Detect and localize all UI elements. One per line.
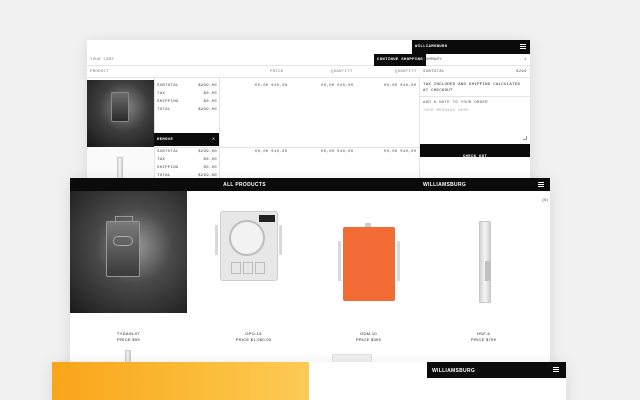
device-illustration <box>220 211 278 281</box>
product-name[interactable]: HSF-6 <box>425 331 542 336</box>
product-name[interactable]: OPO-15 <box>195 331 312 336</box>
remove-button[interactable]: REMOVE X <box>154 133 219 146</box>
tax-value: $0.00 <box>203 92 217 96</box>
products-header-bar: ALL PRODUCTS <box>70 178 419 191</box>
product-image[interactable] <box>70 191 187 313</box>
col-quantity-2: QUANTITY <box>395 70 417 74</box>
col-price: PRICE <box>270 70 284 74</box>
tax-note: TAX INCLUDED AND SHIPPING CALCULATED AT … <box>423 83 521 93</box>
line-item-summary: SUBTOTAL $299.00 TAX $0.00 SHIPPING $0.00 T… <box>157 84 217 116</box>
brand-name[interactable]: WILLIAMSBURG <box>415 45 447 49</box>
brand-name[interactable]: WILLIAMSBURG <box>432 368 475 374</box>
bottom-window: WILLIAMSBURG <box>52 362 566 400</box>
line-price: €0,00 €40,00 <box>255 150 288 154</box>
clip-shape <box>485 261 491 281</box>
button-shape <box>255 262 265 274</box>
subtotal-value: $299.00 <box>198 84 217 88</box>
divider <box>219 78 220 190</box>
cart-title: YOUR CART <box>90 58 115 62</box>
shipping-value: $0.00 <box>203 166 217 170</box>
product-price: PRICE $1,080.00 <box>235 337 272 342</box>
antenna-shape <box>338 241 341 281</box>
menu-icon[interactable] <box>553 367 559 372</box>
tax-label: TAX <box>157 158 166 162</box>
page-title: ALL PRODUCTS <box>223 182 266 188</box>
product-image[interactable] <box>195 191 312 313</box>
button-shape <box>231 262 241 274</box>
line-quantity-2: €0,00 €40,00 <box>384 150 417 154</box>
col-quantity: QUANTITY <box>331 70 353 74</box>
product-image[interactable] <box>310 191 427 313</box>
device-illustration <box>343 223 395 301</box>
line-quantity: €0,00 €40,00 <box>321 150 354 154</box>
dial-shape <box>229 220 265 256</box>
cart-title-row: YOUR CART CONTINUE SHOPPING SUMMARY 1 <box>87 54 530 66</box>
product-image-tydain[interactable] <box>87 80 154 147</box>
label-shape <box>259 215 275 222</box>
device-illustration <box>111 92 129 122</box>
checkout-button[interactable]: CHECK OUT <box>420 144 530 159</box>
bottom-header-bar: WILLIAMSBURG <box>427 362 566 378</box>
product-card-opo[interactable]: OPO-15 PRICE $1,080.00 <box>195 191 312 391</box>
handle-shape <box>115 216 133 221</box>
menu-icon[interactable] <box>520 44 526 49</box>
remove-label: REMOVE <box>157 138 174 142</box>
shipping-value: $0.00 <box>203 100 217 104</box>
resize-handle-icon[interactable] <box>523 136 527 140</box>
note-placeholder: YOUR MESSAGE HERE <box>423 109 469 113</box>
line-quantity-2: €0,00 €40,00 <box>384 84 417 88</box>
divider <box>420 96 530 97</box>
brand-name[interactable]: WILLIAMSBURG <box>423 182 466 188</box>
line-price: €0,00 €40,00 <box>255 84 288 88</box>
product-price: PRICE $399 <box>355 337 382 342</box>
tax-value: $0.00 <box>203 158 217 162</box>
button-shape <box>243 262 253 274</box>
subtotal-label: SUBTOTAL <box>157 84 179 88</box>
subtotal-value: $299.00 <box>198 150 217 154</box>
shipping-label: SHIPPING <box>157 166 179 170</box>
continue-shopping-button[interactable]: CONTINUE SHOPPING <box>374 54 426 66</box>
cart-header-bar: WILLIAMSBURG <box>412 40 530 54</box>
summary-label: SUMMARY <box>423 58 442 62</box>
subtotal-label: SUBTOTAL <box>157 150 179 154</box>
shipping-label: SHIPPING <box>157 100 179 104</box>
product-name[interactable]: ODM-10 <box>310 331 427 336</box>
antenna-shape <box>215 225 218 255</box>
total-label: TOTAL <box>157 108 171 112</box>
product-image[interactable] <box>425 191 542 313</box>
summary-count: 1 <box>524 58 527 62</box>
product-price: PRICE $799 <box>470 337 497 342</box>
side-subtotal-value: $299 <box>516 70 527 74</box>
tax-label: TAX <box>157 92 166 96</box>
columns-row: PRODUCT PRICE QUANTITY QUANTITY SUBTOTAL… <box>87 66 530 78</box>
antenna-shape <box>279 225 282 255</box>
product-price: PRICE $99 <box>117 337 140 342</box>
menu-icon[interactable] <box>538 182 544 187</box>
checkout-label: CHECK OUT <box>462 155 488 159</box>
order-note-textarea[interactable]: YOUR MESSAGE HERE <box>420 107 528 141</box>
hero-banner <box>52 362 309 400</box>
knob-shape <box>365 223 371 227</box>
col-product: PRODUCT <box>90 70 109 74</box>
product-card-hsf[interactable]: HSF-6 PRICE $799 <box>425 191 542 391</box>
cart-window: WILLIAMSBURG YOUR CART CONTINUE SHOPPING… <box>87 40 530 190</box>
antenna-shape <box>397 241 400 281</box>
side-subtotal-label: SUBTOTAL <box>423 70 445 74</box>
close-icon: X <box>212 138 215 142</box>
line-quantity: €0,00 €40,00 <box>321 84 354 88</box>
total-value: $299.00 <box>198 108 217 112</box>
device-illustration <box>106 216 140 277</box>
logo-shape <box>113 236 133 246</box>
note-label: ADD A NOTE TO YOUR ORDER <box>423 101 488 105</box>
side-header-bar: WILLIAMSBURG <box>419 178 550 191</box>
product-name[interactable]: TYDAIN-07 <box>70 331 187 336</box>
